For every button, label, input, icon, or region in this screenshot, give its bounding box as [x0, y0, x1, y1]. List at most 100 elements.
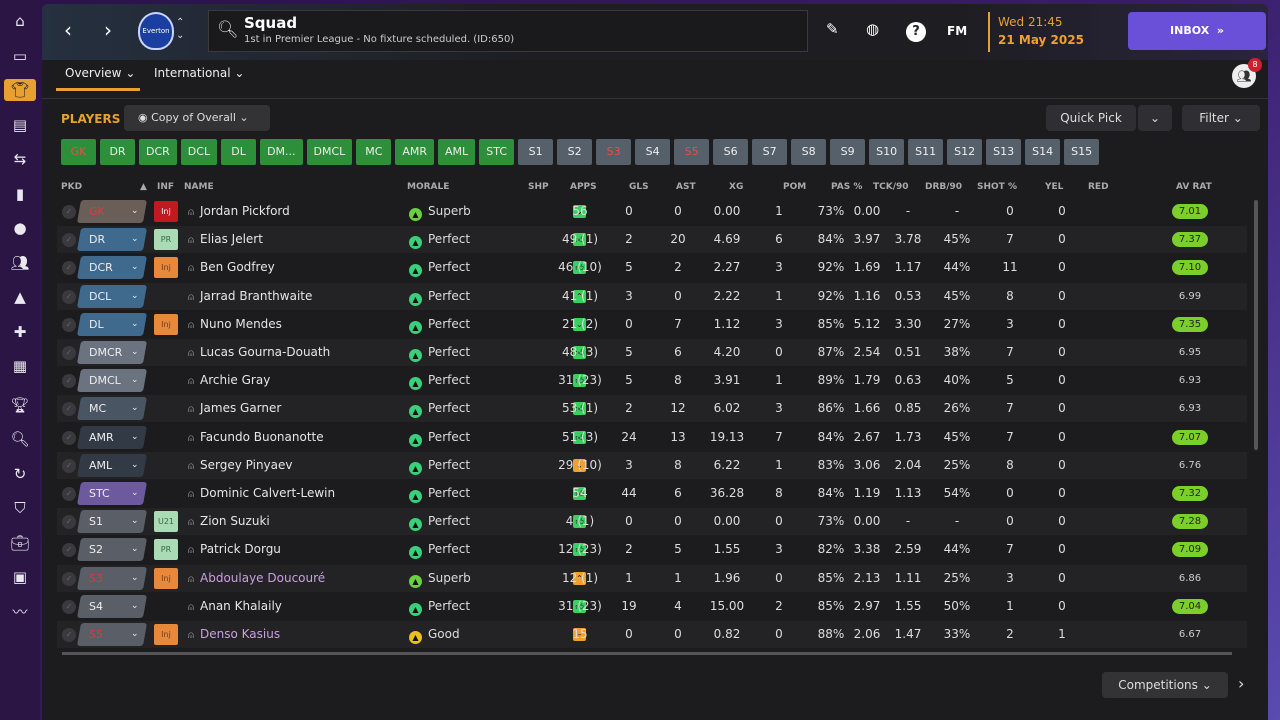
position-chip[interactable]: S5: [674, 139, 710, 165]
info-badge[interactable]: PR: [154, 539, 178, 561]
data-hub-icon[interactable]: ●: [8, 217, 32, 239]
column-header[interactable]: XG: [729, 182, 743, 192]
staff-icon[interactable]: 👥︎: [8, 252, 32, 274]
position-chip[interactable]: S9: [830, 139, 866, 165]
player-name[interactable]: ⍝ Archie Gray: [188, 367, 270, 394]
position-chip[interactable]: DM...: [260, 139, 303, 165]
info-badge[interactable]: Inj: [154, 257, 178, 279]
pick-checkbox[interactable]: ✓: [62, 458, 76, 473]
player-name[interactable]: ⍝ Sergey Pinyaev: [188, 452, 293, 479]
position-selector[interactable]: DR ⌄: [76, 228, 148, 252]
reports-icon[interactable]: ▮: [8, 183, 32, 205]
position-chip[interactable]: MC: [356, 139, 392, 165]
player-row[interactable]: ✓ DMCL ⌄ ⍝ Archie Gray ▲ Perfect 👍︎ 31 (23) 5 8 3.…: [57, 367, 1247, 394]
player-name[interactable]: ⍝ Jarrad Branthwaite: [188, 283, 312, 310]
position-selector[interactable]: S4 ⌄: [76, 594, 148, 618]
pick-checkbox[interactable]: ✓: [62, 571, 76, 586]
column-header[interactable]: SHOT %: [977, 182, 1017, 192]
transfers-icon[interactable]: ↻: [8, 463, 32, 485]
position-selector[interactable]: DMCR ⌄: [76, 341, 148, 364]
help-icon[interactable]: ?: [906, 22, 926, 42]
position-selector[interactable]: DCR ⌄: [76, 256, 148, 280]
pick-checkbox[interactable]: ✓: [62, 317, 76, 332]
info-badge[interactable]: PR: [154, 229, 178, 251]
training-icon[interactable]: ▲: [8, 286, 32, 308]
player-row[interactable]: ✓ DCR ⌄ Inj ⍝ Ben Godfrey ▲ Perfect 👍︎ 46 (10) 5 2…: [57, 254, 1247, 281]
edit-icon[interactable]: ✎: [826, 20, 839, 38]
column-header[interactable]: RED: [1088, 182, 1109, 192]
schedule-icon[interactable]: ▦: [8, 355, 32, 377]
pick-checkbox[interactable]: ✓: [62, 599, 76, 614]
scouting-icon[interactable]: 🔍︎: [8, 428, 32, 450]
position-chip[interactable]: STC: [479, 139, 515, 165]
pick-checkbox[interactable]: ✓: [62, 515, 76, 530]
player-name[interactable]: ⍝ Elias Jelert: [188, 226, 263, 253]
pick-checkbox[interactable]: ✓: [62, 261, 76, 276]
position-chip[interactable]: GK: [61, 139, 96, 165]
player-row[interactable]: ✓ GK ⌄ Inj ⍝ Jordan Pickford ▲ Superb ⌄ 56 0 0 0.00…: [57, 198, 1247, 225]
position-chip[interactable]: DR: [100, 139, 135, 165]
player-row[interactable]: ✓ S3 ⌄ Inj ⍝ Abdoulaye Doucouré ▲ Superb ⌃ 12 (1…: [57, 564, 1247, 592]
player-row[interactable]: ✓ DMCR ⌄ ⍝ Lucas Gourna-Douath ▲ Perfect 👍︎ 48 …: [57, 339, 1247, 366]
position-selector[interactable]: AML ⌄: [76, 453, 148, 477]
column-header[interactable]: MORALE: [407, 182, 449, 192]
player-name[interactable]: ⍝ Abdoulaye Doucouré: [188, 565, 325, 592]
player-row[interactable]: ✓ S2 ⌄ PR ⍝ Patrick Dorgu ▲ Perfect 👍︎ 12 (23) 2 5…: [57, 536, 1247, 563]
position-chip[interactable]: S15: [1064, 139, 1100, 165]
search-box[interactable]: 🔍︎ Squad 1st in Premier League - No fixt…: [208, 10, 808, 52]
position-selector[interactable]: S5 ⌄: [76, 623, 148, 646]
position-chip[interactable]: S10: [869, 139, 905, 165]
column-header[interactable]: PAS %: [831, 182, 862, 192]
position-chip[interactable]: S4: [635, 139, 671, 165]
inbox-icon[interactable]: ▭: [8, 45, 32, 67]
position-chip[interactable]: S14: [1025, 139, 1061, 165]
player-row[interactable]: ✓ DCL ⌄ ⍝ Jarrad Branthwaite ▲ Perfect ⌃ 41 (1)…: [57, 282, 1247, 310]
pick-checkbox[interactable]: ✓: [62, 487, 76, 501]
squad-icon[interactable]: 👕︎: [4, 79, 36, 101]
inbox-button[interactable]: INBOX »: [1128, 12, 1266, 50]
position-chip[interactable]: S2: [557, 139, 593, 165]
player-row[interactable]: ✓ DL ⌄ Inj ⍝ Nuno Mendes ▲ Perfect ⌄ 21 (2) 0 7 1.1…: [57, 311, 1247, 338]
quick-pick-dropdown[interactable]: ⌄: [1138, 105, 1172, 131]
date-display[interactable]: Wed 21:45 21 May 2025: [988, 12, 1116, 52]
back-button[interactable]: ‹: [64, 18, 72, 42]
player-name[interactable]: ⍝ Lucas Gourna-Douath: [188, 339, 330, 366]
dev-centre-icon[interactable]: ▣: [8, 566, 32, 588]
tactics-icon[interactable]: ▤: [8, 114, 32, 136]
vertical-scrollbar[interactable]: [1254, 200, 1258, 450]
column-header[interactable]: INF: [157, 182, 174, 192]
player-name[interactable]: ⍝ James Garner: [188, 395, 281, 422]
pick-checkbox[interactable]: ✓: [62, 233, 76, 248]
position-selector[interactable]: DMCL ⌄: [76, 369, 148, 393]
position-chip[interactable]: S13: [986, 139, 1022, 165]
player-row[interactable]: ✓ MC ⌄ ⍝ James Garner ▲ Perfect 👍︎ 53 (1) 2 12 6.0…: [57, 395, 1247, 423]
player-row[interactable]: ✓ S1 ⌄ U21 ⍝ Zion Suzuki ▲ Perfect 👍︎ 4 (1) 0 0 0.0…: [57, 508, 1247, 536]
position-chip[interactable]: S3: [596, 139, 632, 165]
position-chip[interactable]: S11: [908, 139, 944, 165]
info-badge[interactable]: Inj: [154, 567, 178, 589]
position-selector[interactable]: S2 ⌄: [76, 538, 148, 562]
position-selector[interactable]: S1 ⌄: [76, 510, 148, 534]
column-header[interactable]: POM: [783, 182, 806, 192]
position-selector[interactable]: S3 ⌄: [76, 566, 148, 590]
pick-checkbox[interactable]: ✓: [62, 628, 76, 642]
player-row[interactable]: ✓ STC ⌄ ⍝ Dominic Calvert-Lewin ▲ Perfect 👍︎ 54…: [57, 480, 1247, 507]
competitions-dropdown[interactable]: Competitions ⌄: [1102, 672, 1228, 698]
position-chip[interactable]: S1: [518, 139, 554, 165]
player-row[interactable]: ✓ S4 ⌄ ⍝ Anan Khalaily ▲ Perfect 👍︎ 31 (23) 19 4 1…: [57, 593, 1247, 620]
column-header[interactable]: AST: [676, 182, 696, 192]
column-header[interactable]: YEL: [1045, 182, 1063, 192]
player-name[interactable]: ⍝ Facundo Buonanotte: [188, 424, 324, 451]
player-row[interactable]: ✓ AML ⌄ ⍝ Sergey Pinyaev ▲ Perfect ⌄ 29 (10) 3 8 6…: [57, 451, 1247, 479]
club-info-icon[interactable]: ⛉: [8, 497, 32, 519]
player-name[interactable]: ⍝ Ben Godfrey: [188, 254, 275, 281]
player-row[interactable]: ✓ AMR ⌄ ⍝ Facundo Buonanotte ▲ Perfect 👍︎ 51 (3…: [57, 424, 1247, 451]
pick-checkbox[interactable]: ✓: [62, 205, 76, 219]
position-chip[interactable]: DMCL: [306, 139, 353, 165]
position-chip[interactable]: S8: [791, 139, 827, 165]
player-name[interactable]: ⍝ Nuno Mendes: [188, 311, 282, 338]
player-name[interactable]: ⍝ Dominic Calvert-Lewin: [188, 480, 335, 507]
position-chip[interactable]: S7: [752, 139, 788, 165]
view-dropdown[interactable]: ◉ Copy of Overall ⌄: [124, 105, 270, 131]
column-header[interactable]: GLS: [629, 182, 649, 192]
